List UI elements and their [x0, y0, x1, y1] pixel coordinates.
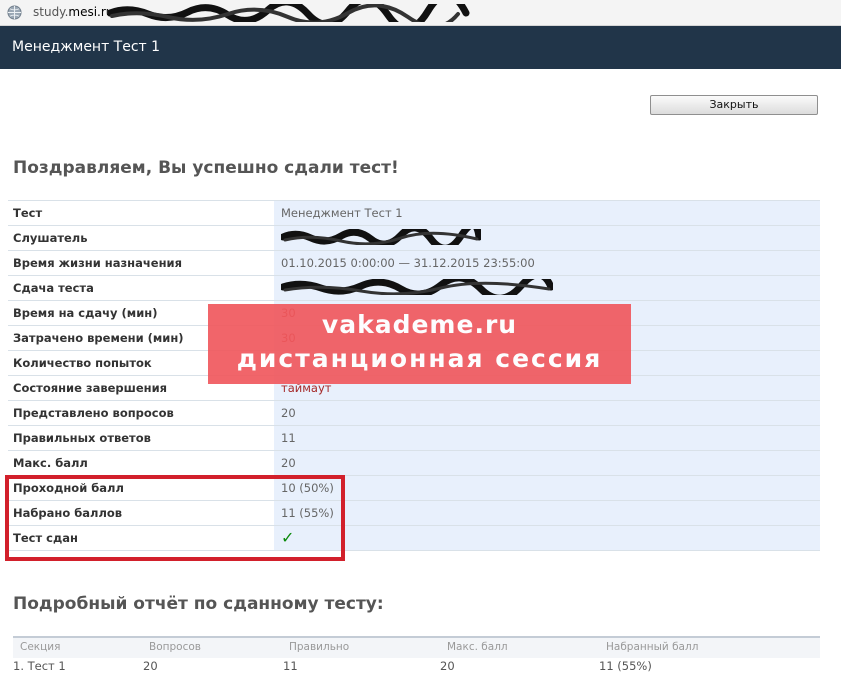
report-cell: 11 (55%) — [599, 659, 652, 673]
row-label: Тест — [8, 200, 274, 226]
page-title: Менеджмент Тест 1 — [12, 39, 161, 55]
column-header: Набранный балл — [606, 641, 699, 653]
row-label: Время жизни назначения — [8, 250, 274, 276]
row-value: 20 — [274, 400, 820, 426]
row-label: Представлено вопросов — [8, 400, 274, 426]
header-bar: Менеджмент Тест 1 — [0, 26, 841, 69]
report-cell: 20 — [143, 659, 158, 673]
globe-icon — [7, 5, 22, 20]
report-table-header: Секция Вопросов Правильно Макс. балл Наб… — [13, 636, 820, 658]
redacted-name-scribble — [279, 220, 483, 252]
column-header: Вопросов — [149, 641, 201, 653]
row-value: Менеджмент Тест 1 — [274, 200, 820, 226]
highlight-frame — [5, 475, 345, 561]
row-value-redacted — [274, 270, 820, 302]
table-row: Время жизни назначения 01.10.2015 0:00:0… — [8, 250, 820, 276]
report-heading: Подробный отчёт по сданному тесту: — [13, 594, 384, 614]
close-button[interactable]: Закрыть — [650, 95, 818, 115]
table-row: Представлено вопросов 20 — [8, 400, 820, 426]
row-label: Слушатель — [8, 225, 274, 251]
row-value: 11 (55%) — [274, 500, 820, 526]
report-cell: 1. Тест 1 — [13, 659, 66, 673]
watermark-line-2: дистанционная сессия — [236, 344, 603, 373]
watermark-banner: vakademe.ru дистанционная сессия — [208, 304, 631, 384]
row-value: 20 — [274, 450, 820, 476]
row-value-passed: ✓ — [274, 525, 820, 551]
watermark-line-1: vakademe.ru — [321, 310, 518, 339]
report-cell: 11 — [283, 659, 298, 673]
table-row: Слушатель — [8, 220, 820, 252]
report-cell: 20 — [440, 659, 455, 673]
column-header: Правильно — [289, 641, 350, 653]
url-prefix: study. — [33, 5, 69, 19]
table-row: Правильных ответов 11 — [8, 425, 820, 451]
url-text[interactable]: study.mesi.ru — [33, 5, 113, 19]
row-value-redacted — [274, 220, 820, 252]
url-host: mesi.ru — [68, 5, 114, 19]
column-header: Макс. балл — [447, 641, 508, 653]
result-heading: Поздравляем, Вы успешно сдали тест! — [13, 158, 399, 178]
table-row: Сдача теста — [8, 270, 820, 302]
row-value: 11 — [274, 425, 820, 451]
table-row: Тест Менеджмент Тест 1 — [8, 200, 820, 226]
redacted-url-scribble — [108, 4, 470, 22]
row-value: 10 (50%) — [274, 475, 820, 501]
address-bar[interactable]: study.mesi.ru — [0, 0, 841, 26]
table-row: Макс. балл 20 — [8, 450, 820, 476]
row-label: Правильных ответов — [8, 425, 274, 451]
row-value: 01.10.2015 0:00:00 — 31.12.2015 23:55:00 — [274, 250, 820, 276]
column-header: Секция — [20, 641, 61, 653]
row-label: Макс. балл — [8, 450, 274, 476]
redacted-date-scribble — [279, 270, 555, 302]
row-label: Сдача теста — [8, 275, 274, 301]
